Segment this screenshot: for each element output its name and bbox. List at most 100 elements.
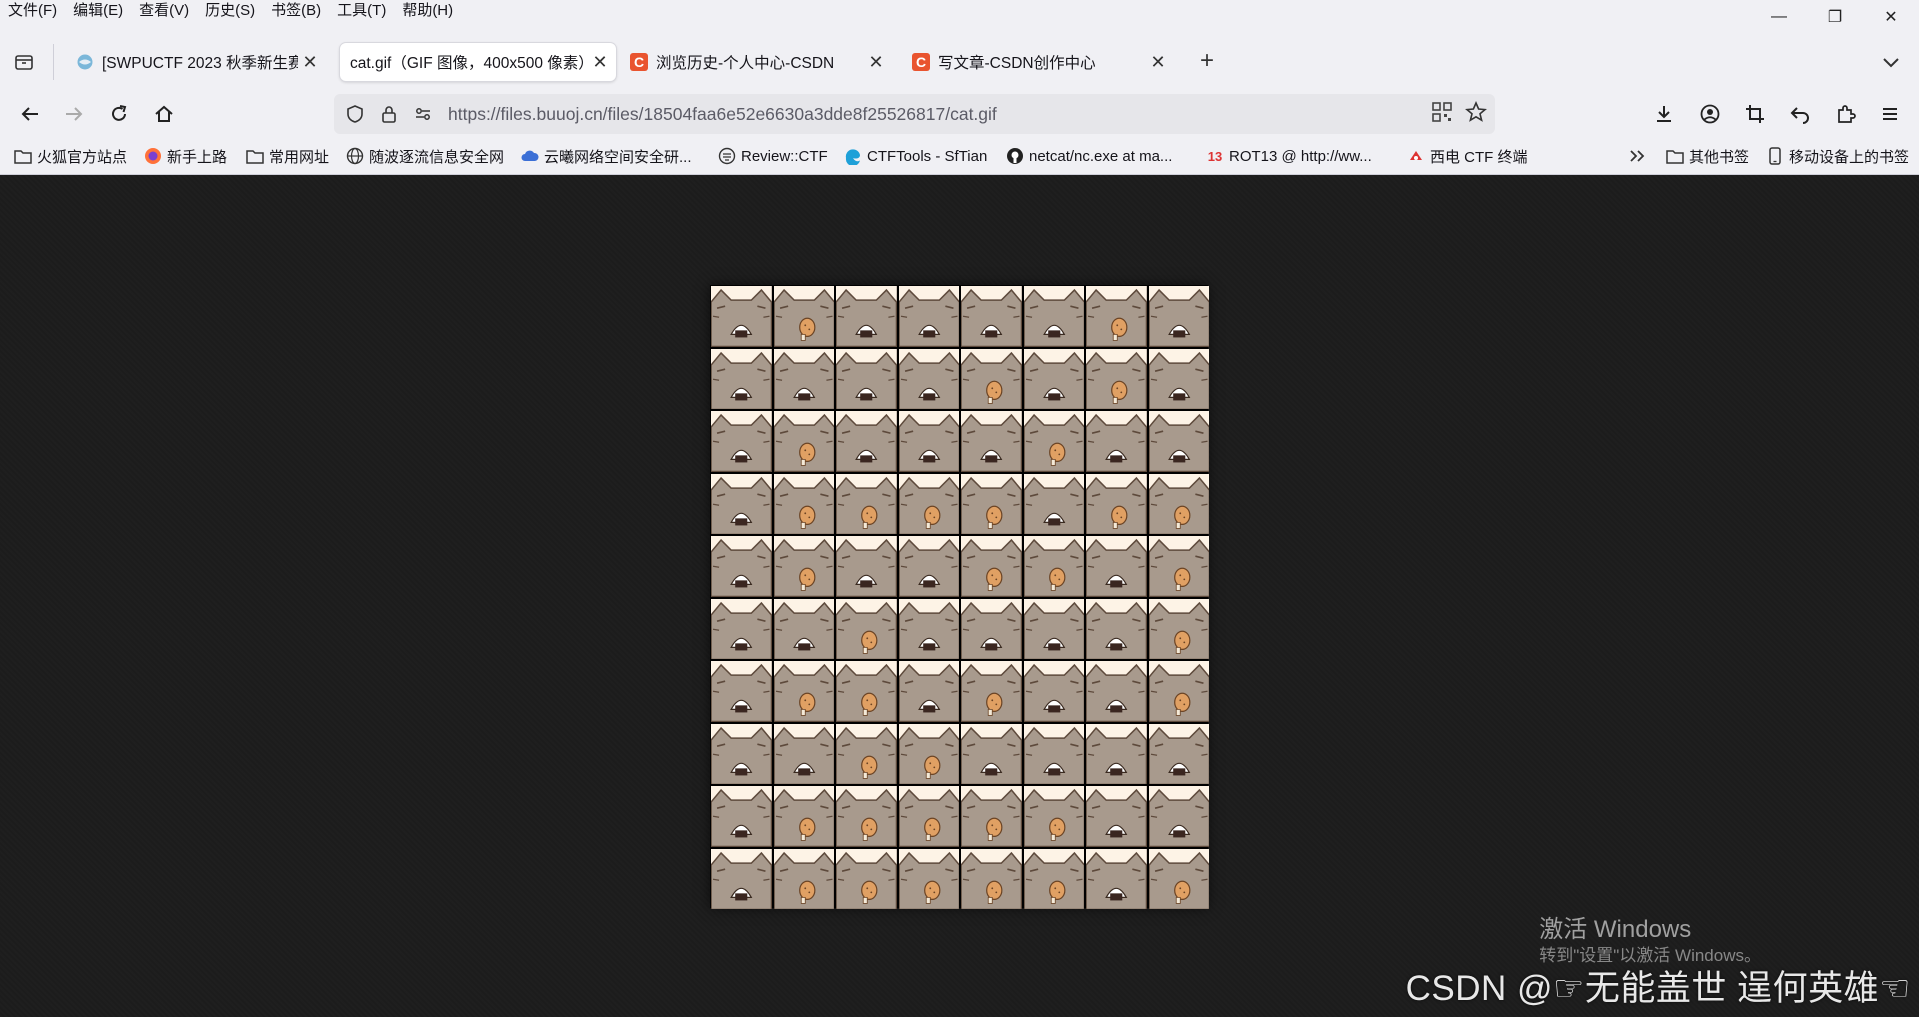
- bookmark-label: 云曦网络空间安全研...: [544, 148, 692, 166]
- tab-cat-gif[interactable]: cat.gif（GIF 图像，400x500 像素） ✕: [340, 43, 616, 81]
- close-window-button[interactable]: ✕: [1863, 0, 1919, 34]
- cat-tile-drumstick: [773, 473, 834, 534]
- home-button[interactable]: [150, 100, 178, 128]
- cat-tile-rice-ball: [1148, 786, 1209, 847]
- menu-item[interactable]: 编辑(E): [65, 0, 131, 22]
- bookmark-label: 常用网址: [269, 148, 330, 166]
- lock-icon[interactable]: [376, 101, 402, 127]
- screenshot-button[interactable]: [1741, 100, 1769, 128]
- bookmark-star-icon[interactable]: [1465, 100, 1487, 128]
- cat-tile-drumstick: [898, 786, 959, 847]
- tab-swpuctf[interactable]: [SWPUCTF 2023 秋季新生赛]e ✕: [62, 43, 326, 81]
- cat-tile-rice-ball: [711, 848, 772, 909]
- bookmark-item[interactable]: 西电 CTF 终端: [1407, 142, 1528, 170]
- cat-tile-rice-ball: [1086, 848, 1147, 909]
- bookmark-item[interactable]: 火狐官方站点: [14, 142, 127, 170]
- downloads-button[interactable]: [1650, 100, 1678, 128]
- cat-tile-drumstick: [961, 348, 1022, 409]
- close-tab-icon[interactable]: ✕: [864, 52, 888, 73]
- cat-tile-rice-ball: [773, 723, 834, 784]
- bookmark-item[interactable]: 随波逐流信息安全网: [346, 142, 504, 170]
- cat-tile-rice-ball: [1086, 598, 1147, 659]
- bookmarks-toolbar: 火狐官方站点 新手上路 常用网址 随波逐流信息安全网 云曦网络空间安全研... …: [0, 142, 1919, 170]
- cat-tile-rice-ball: [1086, 786, 1147, 847]
- bookmark-item[interactable]: Review::CTF: [718, 142, 828, 170]
- cat-tile-drumstick: [773, 786, 834, 847]
- cat-tile-rice-ball: [711, 598, 772, 659]
- cat-tile-drumstick: [1148, 598, 1209, 659]
- cat-tile-rice-ball: [773, 598, 834, 659]
- minimize-button[interactable]: —: [1751, 0, 1807, 34]
- qr-code-icon[interactable]: [1431, 101, 1453, 128]
- cat-tile-rice-ball: [1086, 536, 1147, 597]
- tracking-protection-shield-icon[interactable]: [342, 101, 368, 127]
- close-tab-icon[interactable]: ✕: [1146, 52, 1170, 73]
- new-tab-button[interactable]: +: [1193, 48, 1221, 76]
- menu-item[interactable]: 历史(S): [197, 0, 263, 22]
- cat-tile-rice-ball: [836, 536, 897, 597]
- cat-tile-rice-ball: [1023, 661, 1084, 722]
- cat-tile-rice-ball: [898, 411, 959, 472]
- mobile-bookmarks-folder[interactable]: 移动设备上的书签: [1766, 142, 1909, 170]
- undo-button[interactable]: [1786, 100, 1814, 128]
- permissions-icon[interactable]: [410, 101, 436, 127]
- arrow-right-icon: [66, 107, 83, 121]
- cat-tile-rice-ball: [711, 723, 772, 784]
- cat-tile-rice-ball: [898, 536, 959, 597]
- cat-tile-rice-ball: [711, 348, 772, 409]
- account-button[interactable]: [1696, 100, 1724, 128]
- close-tab-icon[interactable]: ✕: [588, 52, 612, 73]
- cat-tile-rice-ball: [961, 286, 1022, 347]
- reload-button[interactable]: [105, 100, 133, 128]
- url-input[interactable]: [446, 102, 1350, 126]
- edge-icon: [844, 147, 862, 165]
- window-controls: — ❐ ✕: [1751, 0, 1919, 34]
- forward-button[interactable]: [60, 100, 88, 128]
- cat-tile-drumstick: [1086, 473, 1147, 534]
- cat-tile-drumstick: [961, 536, 1022, 597]
- url-bar[interactable]: [334, 94, 1495, 134]
- menu-item[interactable]: 书签(B): [263, 0, 329, 22]
- cat-tile-rice-ball: [961, 411, 1022, 472]
- restore-button[interactable]: ❐: [1807, 0, 1863, 34]
- tab-csdn-history[interactable]: C 浏览历史-个人中心-CSDN ✕: [616, 43, 892, 81]
- cat-tile-rice-ball: [711, 473, 772, 534]
- cat-tile-drumstick: [898, 723, 959, 784]
- csdn-credit-watermark: CSDN @☞无能盖世 逞何英雄☜: [1405, 969, 1911, 1008]
- menu-item[interactable]: 工具(T): [329, 0, 394, 22]
- bookmark-item[interactable]: CTFTools - SfTian: [844, 142, 987, 170]
- cat-tile-drumstick: [961, 661, 1022, 722]
- list-all-tabs-button[interactable]: [1879, 50, 1903, 74]
- tab-csdn-write[interactable]: C 写文章-CSDN创作中心 ✕: [898, 43, 1174, 81]
- close-tab-icon[interactable]: ✕: [298, 52, 322, 73]
- folder-icon: [1666, 147, 1684, 165]
- cat-tile-rice-ball: [898, 286, 959, 347]
- menu-item[interactable]: 帮助(H): [394, 0, 461, 22]
- bookmark-label: 西电 CTF 终端: [1430, 148, 1528, 166]
- extensions-button[interactable]: [1832, 100, 1860, 128]
- other-bookmarks-folder[interactable]: 其他书签: [1666, 142, 1749, 170]
- bookmark-label: Review::CTF: [741, 147, 828, 165]
- page-content: 激活 Windows 转到"设置"以激活 Windows。 CSDN @☞无能盖…: [0, 175, 1919, 1017]
- rot13-icon: 13: [1206, 147, 1224, 165]
- bookmark-item[interactable]: 13 ROT13 @ http://ww...: [1206, 142, 1372, 170]
- firefox-view-icon: [15, 55, 33, 70]
- bookmark-item[interactable]: netcat/nc.exe at ma...: [1006, 142, 1172, 170]
- bookmark-item[interactable]: 新手上路: [144, 142, 227, 170]
- app-menu-button[interactable]: [1876, 100, 1904, 128]
- menu-item[interactable]: 文件(F): [0, 0, 65, 22]
- cat-gif-image[interactable]: [710, 285, 1209, 909]
- back-button[interactable]: [16, 100, 44, 128]
- tab-strip: [SWPUCTF 2023 秋季新生赛]e ✕ cat.gif（GIF 图像，4…: [0, 40, 1919, 84]
- bookmark-item[interactable]: 云曦网络空间安全研...: [521, 142, 692, 170]
- cat-tile-rice-ball: [711, 536, 772, 597]
- more-bookmarks-button[interactable]: [1628, 142, 1646, 170]
- menu-item[interactable]: 查看(V): [131, 0, 197, 22]
- bookmark-item[interactable]: 常用网址: [246, 142, 329, 170]
- cat-tile-drumstick: [836, 598, 897, 659]
- cat-tile-drumstick: [961, 473, 1022, 534]
- firefox-view-button[interactable]: [10, 48, 38, 76]
- bookmark-label: 火狐官方站点: [37, 148, 128, 166]
- cat-tile-rice-ball: [1023, 723, 1084, 784]
- cat-tile-drumstick: [1023, 536, 1084, 597]
